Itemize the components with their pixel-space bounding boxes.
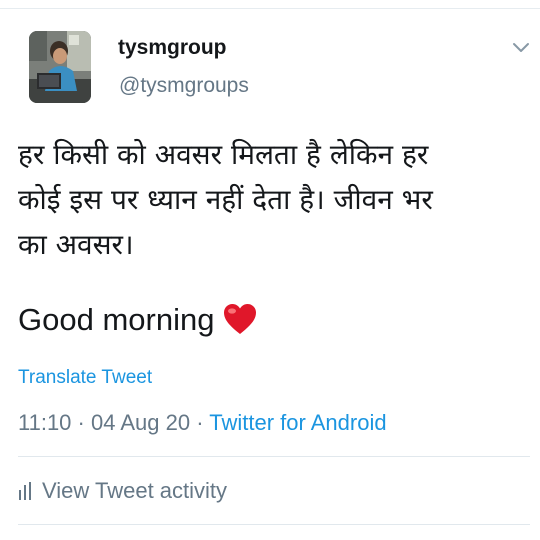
view-tweet-activity-label: View Tweet activity [42, 478, 228, 503]
tweet-text-line: का अवसर। [18, 228, 134, 261]
meta-separator: · [196, 410, 204, 435]
heart-icon [222, 302, 258, 344]
divider [18, 456, 530, 457]
chevron-down-icon[interactable] [512, 40, 530, 54]
tweet-text-line: हर किसी को अवसर मिलता है लेकिन हर [18, 138, 429, 171]
tweet-meta: 11:10 · 04 Aug 20 · Twitter for Android [18, 410, 387, 436]
meta-separator: · [77, 410, 85, 435]
tweet-text-line: कोई इस पर ध्यान नहीं देता है। जीवन भर [18, 183, 433, 216]
author-name[interactable]: tysmgroup [118, 36, 227, 60]
tweet-source-link[interactable]: Twitter for Android [209, 410, 386, 435]
tweet-time: 11:10 [18, 410, 72, 435]
author-handle[interactable]: @tysmgroups [119, 74, 249, 98]
translate-tweet-link[interactable]: Translate Tweet [18, 367, 152, 389]
bar-chart-icon [19, 482, 31, 500]
greeting-text: Good morning [18, 302, 215, 337]
divider [18, 524, 530, 525]
view-tweet-activity-button[interactable]: View Tweet activity [18, 478, 227, 504]
top-divider [0, 8, 540, 9]
tweet-greeting-line: Good morning [18, 302, 258, 344]
tweet-date: 04 Aug 20 [91, 410, 191, 435]
avatar[interactable] [29, 31, 91, 103]
